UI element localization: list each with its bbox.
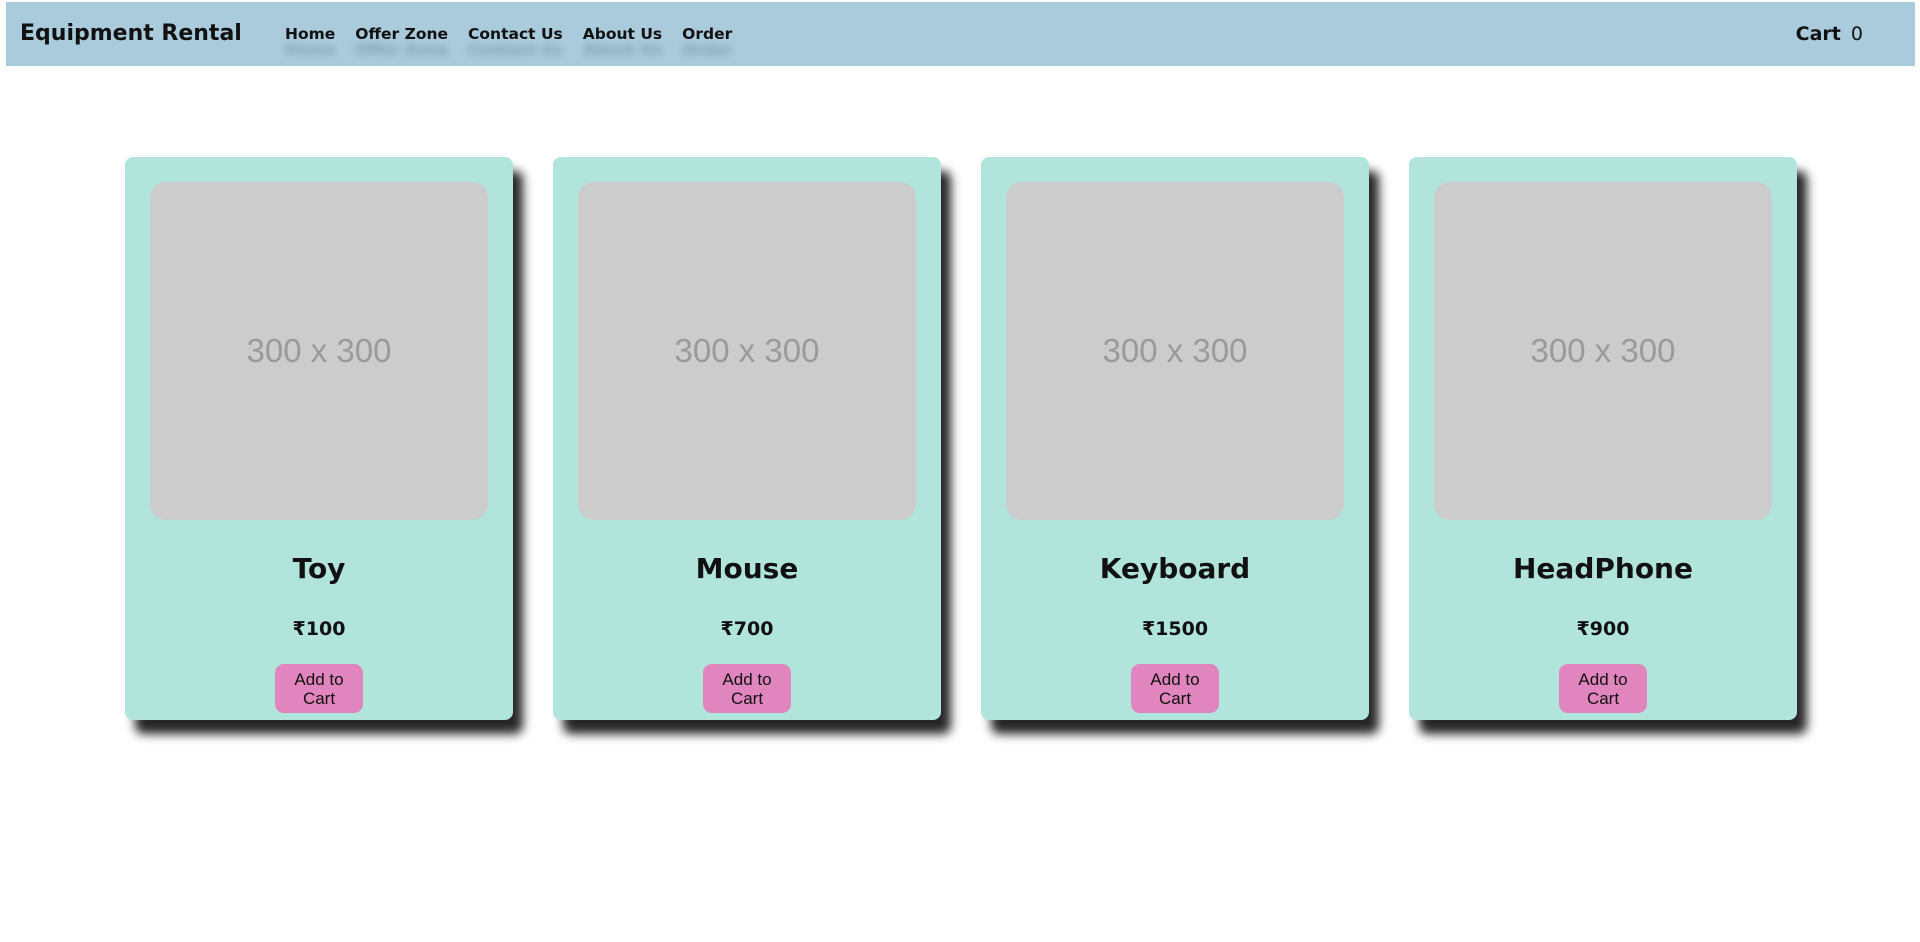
product-price: ₹900 (1576, 618, 1630, 640)
nav-item-contact-us[interactable]: Contact Us (468, 25, 563, 43)
product-name: Mouse (695, 552, 799, 585)
add-to-cart-button[interactable]: Add to Cart (1559, 664, 1647, 713)
product-image-placeholder: 300 x 300 (1006, 182, 1344, 520)
product-card: 300 x 300 HeadPhone ₹900 Add to Cart (1409, 157, 1797, 720)
brand-title[interactable]: Equipment Rental (20, 2, 242, 66)
product-image-placeholder: 300 x 300 (1434, 182, 1772, 520)
nav-item-offer-zone[interactable]: Offer Zone (355, 25, 448, 43)
product-name: Keyboard (1099, 552, 1251, 585)
nav-item-about-us[interactable]: About Us (583, 25, 662, 43)
product-price: ₹1500 (1141, 618, 1209, 640)
product-name: HeadPhone (1513, 552, 1693, 585)
nav-item-home[interactable]: Home (285, 25, 335, 43)
product-image-placeholder: 300 x 300 (150, 182, 488, 520)
product-card: 300 x 300 Toy ₹100 Add to Cart (125, 157, 513, 720)
add-to-cart-button[interactable]: Add to Cart (1131, 664, 1219, 713)
cart-link[interactable]: Cart 0 (1796, 2, 1863, 66)
navbar: Equipment Rental Home Offer Zone Contact… (6, 2, 1915, 66)
product-name: Toy (292, 552, 346, 585)
cart-count: 0 (1850, 23, 1863, 45)
product-price: ₹100 (292, 618, 346, 640)
product-card: 300 x 300 Mouse ₹700 Add to Cart (553, 157, 941, 720)
product-card: 300 x 300 Keyboard ₹1500 Add to Cart (981, 157, 1369, 720)
cart-label: Cart (1795, 23, 1841, 45)
product-image-placeholder: 300 x 300 (578, 182, 916, 520)
add-to-cart-button[interactable]: Add to Cart (703, 664, 791, 713)
product-grid: 300 x 300 Toy ₹100 Add to Cart 300 x 300… (125, 157, 1797, 720)
nav-item-order[interactable]: Order (682, 25, 732, 43)
product-price: ₹700 (720, 618, 774, 640)
nav-links: Home Offer Zone Contact Us About Us Orde… (285, 2, 732, 66)
add-to-cart-button[interactable]: Add to Cart (275, 664, 363, 713)
